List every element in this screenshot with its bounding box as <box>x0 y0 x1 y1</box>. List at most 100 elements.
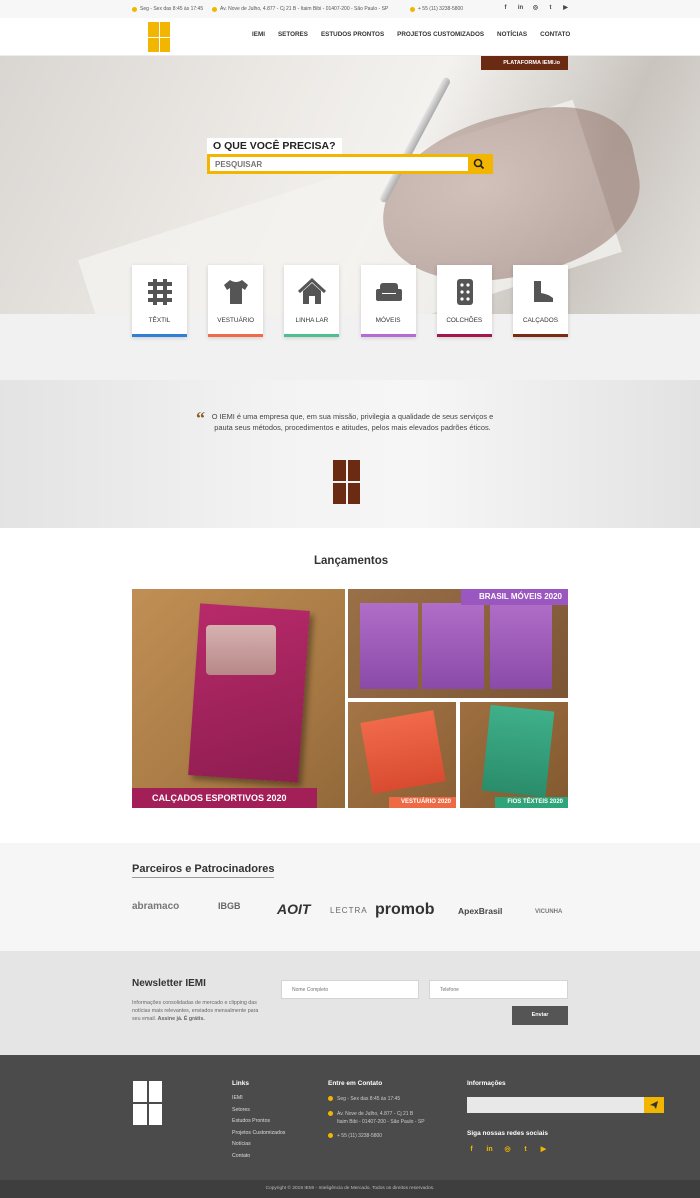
footer-links: IEMI Setores Estudos Prontos Projetos Cu… <box>232 1093 285 1162</box>
launch-vestuario[interactable]: VESTUÁRIO 2020 <box>348 702 456 808</box>
search-button[interactable] <box>468 157 490 171</box>
footer-links-title: Links <box>232 1080 249 1087</box>
site-footer: Links IEMI Setores Estudos Prontos Proje… <box>0 1055 700 1180</box>
sector-color-bar <box>284 334 340 337</box>
phone-info[interactable]: + 55 (11) 3238-5800 <box>410 6 463 12</box>
nav-item-contato[interactable]: CONTATO <box>540 31 570 38</box>
send-icon <box>650 1101 658 1109</box>
iemi-logo[interactable] <box>148 22 170 52</box>
sector-card-linha-lar[interactable]: LINHA LAR <box>284 265 340 337</box>
footer-social-title: Siga nossas redes sociais <box>467 1130 548 1137</box>
sector-label: TÊXTIL <box>148 317 171 324</box>
twitter-icon[interactable]: t <box>521 1145 530 1154</box>
location-icon <box>212 6 217 12</box>
nav-item-estudos-prontos[interactable]: ESTUDOS PRONTOS <box>321 31 384 38</box>
search-input[interactable] <box>210 157 468 171</box>
instagram-icon[interactable]: ◎ <box>503 1145 512 1154</box>
mission-quote-section: “ O IEMI é uma empresa que, em sua missã… <box>0 380 700 528</box>
launch-caption: FIOS TÊXTEIS 2020 <box>495 797 568 808</box>
linkedin-icon[interactable]: in <box>485 1145 494 1154</box>
footer-link-estudos-prontos[interactable]: Estudos Prontos <box>232 1116 285 1128</box>
launch-caption: BRASIL MÓVEIS 2020 <box>461 589 568 605</box>
sector-color-bar <box>512 334 568 337</box>
partners-section: Parceiros e Patrocinadores abramaco IBGB… <box>0 843 700 951</box>
search-icon <box>473 158 485 170</box>
footer-link-iemi[interactable]: IEMI <box>232 1093 285 1105</box>
partner-logo-aoit[interactable]: AOIT <box>277 901 310 917</box>
footer-email-form <box>467 1097 664 1113</box>
house-icon <box>298 277 327 304</box>
footer-link-noticias[interactable]: Notícias <box>232 1139 285 1151</box>
footer-phone-text[interactable]: + 55 (11) 3238-5800 <box>337 1133 382 1139</box>
footer-phone[interactable]: + 55 (11) 3238-5800 <box>328 1132 425 1140</box>
partner-logo-ibgb[interactable]: IBGB <box>218 901 241 911</box>
footer-address: Av. Nove de Julho, 4.877 - Cj 21 B <box>328 1110 425 1118</box>
facebook-icon[interactable]: f <box>467 1145 476 1154</box>
quote-icon: “ <box>196 408 205 428</box>
instagram-icon[interactable]: ◎ <box>531 4 540 13</box>
sector-card-moveis[interactable]: MÓVEIS <box>360 265 416 337</box>
launch-fios-texteis[interactable]: FIOS TÊXTEIS 2020 <box>460 702 568 808</box>
nav-item-noticias[interactable]: NOTÍCIAS <box>497 31 527 38</box>
top-bar: Seg - Sex das 8:45 às 17:45 Av. Nove de … <box>0 0 700 18</box>
iemi-brand-mark <box>333 460 360 504</box>
partner-logo-abramaco[interactable]: abramaco <box>132 901 179 912</box>
footer-email-input[interactable] <box>467 1097 644 1113</box>
footer-link-projetos-customizados[interactable]: Projetos Customizados <box>232 1128 285 1140</box>
newsletter-name-input[interactable] <box>281 980 419 999</box>
mattress-icon <box>456 279 473 305</box>
mission-quote-text: O IEMI é uma empresa que, em sua missão,… <box>211 412 494 432</box>
footer-hours: Seg - Sex das 8:45 às 17:45 <box>328 1095 425 1103</box>
footer-iemi-logo[interactable] <box>133 1081 162 1125</box>
newsletter-phone-input[interactable] <box>429 980 568 999</box>
linkedin-icon[interactable]: in <box>516 4 525 13</box>
address-text: Av. Nove de Julho, 4.877 - Cj 21 B - Ita… <box>220 6 389 12</box>
facebook-icon[interactable]: f <box>501 4 510 13</box>
footer-link-contato[interactable]: Contato <box>232 1151 285 1163</box>
sector-label: COLCHÕES <box>446 317 483 324</box>
youtube-icon[interactable]: ▶ <box>561 4 570 13</box>
textile-icon <box>148 279 172 305</box>
nav-item-iemi[interactable]: IEMI <box>252 31 265 38</box>
sector-card-textil[interactable]: TÊXTIL <box>132 265 187 337</box>
sector-label: VESTUÁRIO <box>217 317 255 324</box>
sector-cards: TÊXTIL VESTUÁRIO LINHA LAR MÓVEIS COLCHÕ… <box>132 265 568 337</box>
book-cover-image <box>360 710 446 794</box>
platform-iemi-io-link[interactable]: PLATAFORMA IEMI.io <box>481 56 568 70</box>
youtube-icon[interactable]: ▶ <box>539 1145 548 1154</box>
sector-card-colchoes[interactable]: COLCHÕES <box>436 265 492 337</box>
sector-card-vestuario[interactable]: VESTUÁRIO <box>208 265 264 337</box>
footer-submit-button[interactable] <box>644 1097 664 1113</box>
footer-contact-title: Entre em Contato <box>328 1080 383 1087</box>
top-social-links: f in ◎ t ▶ <box>501 4 570 13</box>
phone-text[interactable]: + 55 (11) 3238-5800 <box>418 6 463 12</box>
book-cover-image <box>490 603 552 689</box>
footer-link-setores[interactable]: Setores <box>232 1105 285 1117</box>
twitter-icon[interactable]: t <box>546 4 555 13</box>
newsletter-section: Newsletter IEMI Informações consolidadas… <box>0 951 700 1055</box>
newsletter-description: Informações consolidadas de mercado e cl… <box>132 999 262 1023</box>
sector-card-calcados[interactable]: CALÇADOS <box>512 265 568 337</box>
title-underline <box>132 877 274 878</box>
sector-color-bar <box>132 334 187 337</box>
location-icon <box>328 1111 333 1117</box>
launch-caption: VESTUÁRIO 2020 <box>388 797 456 808</box>
newsletter-send-button[interactable]: Enviar <box>512 1006 568 1025</box>
footer-address-line1: Av. Nove de Julho, 4.877 - Cj 21 B <box>337 1111 414 1117</box>
phone-icon <box>410 6 415 12</box>
footer-address-line2: Itaim Bibi - 01407-200 - São Paulo - SP <box>337 1119 425 1125</box>
nav-item-setores[interactable]: SETORES <box>278 31 308 38</box>
partner-logo-vicunha[interactable]: VICUNHA <box>535 909 562 915</box>
sector-label: CALÇADOS <box>522 317 559 324</box>
partner-logo-lectra[interactable]: LECTRA <box>330 906 368 915</box>
nav-item-projetos-customizados[interactable]: PROJETOS CUSTOMIZADOS <box>397 31 484 38</box>
partner-logo-promob[interactable]: promob <box>375 901 435 919</box>
launch-calcados-esportivos[interactable]: CALÇADOS ESPORTIVOS 2020 <box>132 589 345 808</box>
boot-icon <box>533 281 553 302</box>
phone-icon <box>328 1133 333 1139</box>
sector-label: LINHA LAR <box>295 317 329 324</box>
launch-brasil-moveis[interactable]: BRASIL MÓVEIS 2020 <box>348 589 568 698</box>
partner-logo-apexbrasil[interactable]: ApexBrasil <box>458 906 502 916</box>
partners-title: Parceiros e Patrocinadores <box>132 863 275 875</box>
armchair-icon <box>375 283 402 301</box>
